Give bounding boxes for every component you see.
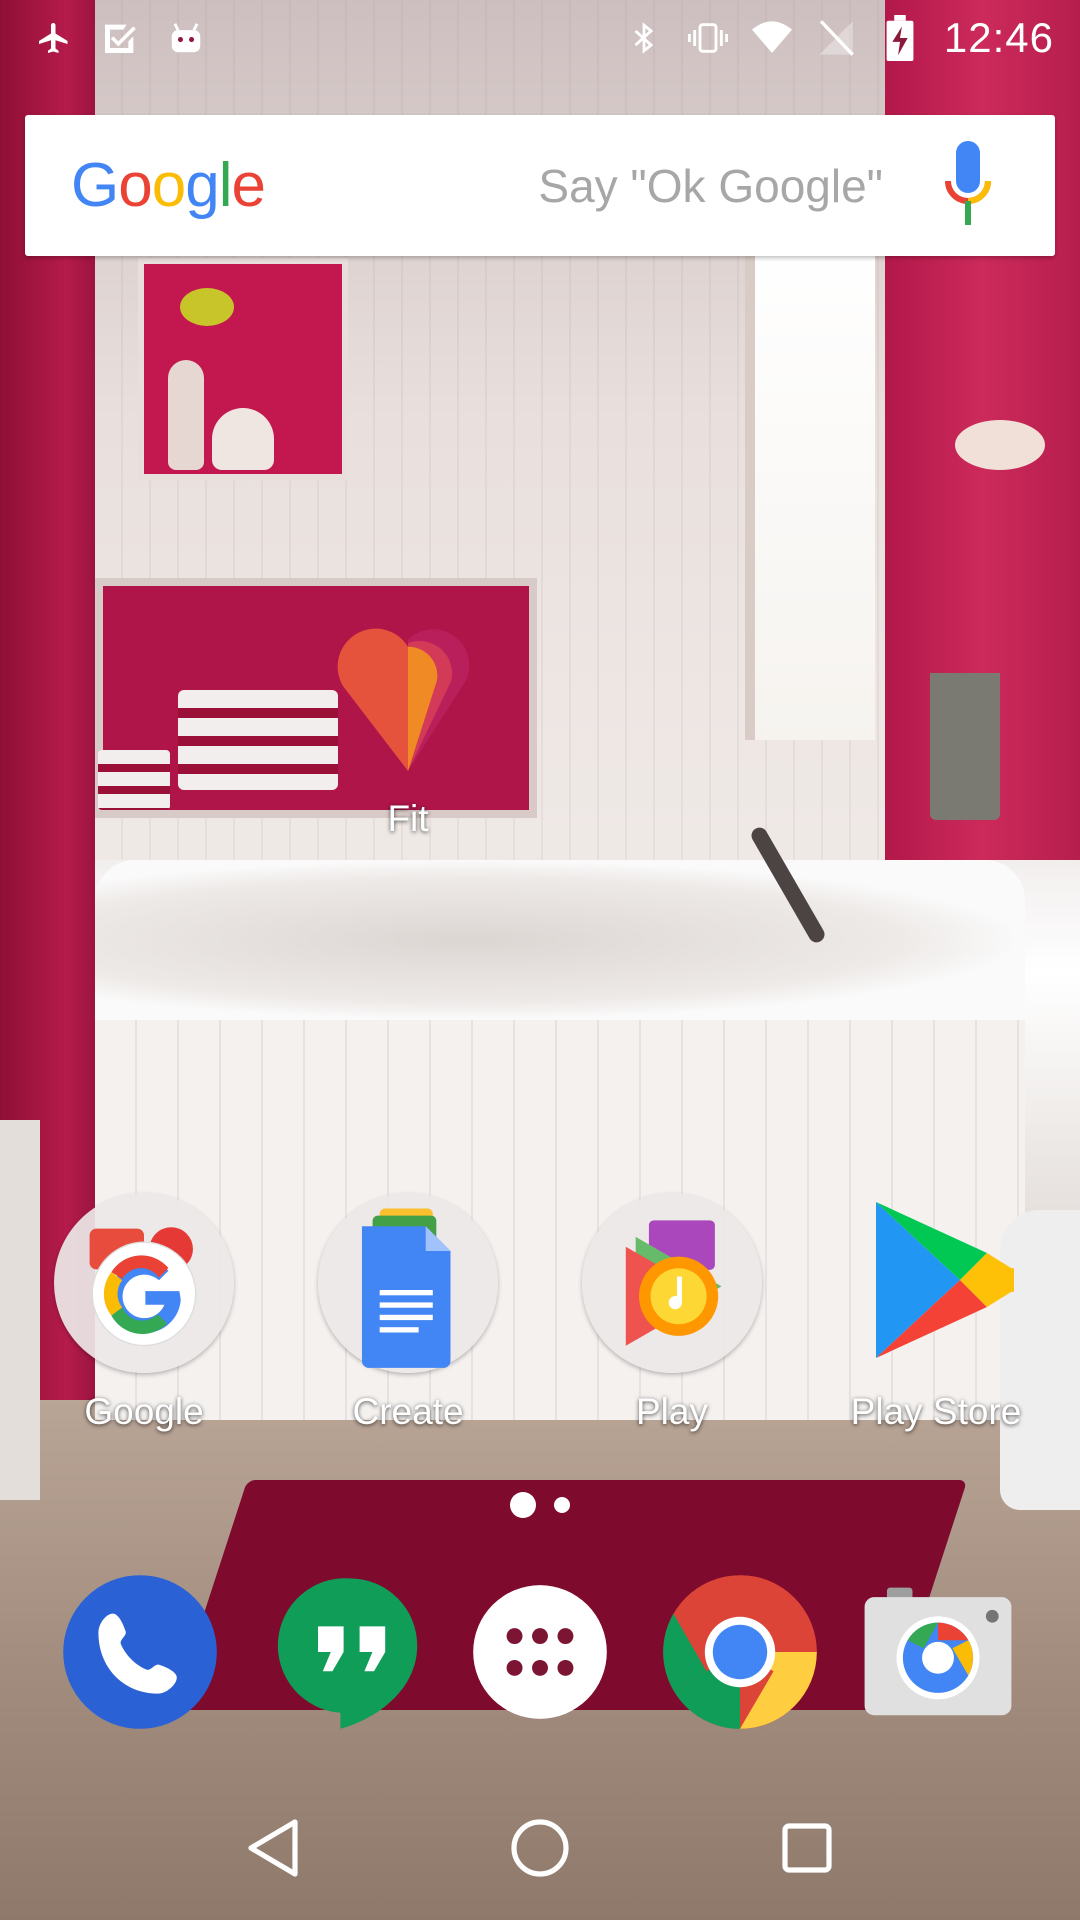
google-folder-icon xyxy=(54,1193,234,1373)
bluetooth-icon xyxy=(624,18,664,58)
check-box-icon xyxy=(100,18,140,58)
google-search-bar[interactable]: Google Say "Ok Google" xyxy=(25,115,1055,256)
create-folder-icon xyxy=(318,1193,498,1373)
page-indicator xyxy=(0,1492,1080,1518)
app-fit[interactable]: Fit xyxy=(288,600,528,840)
google-logo: Google xyxy=(71,151,266,220)
navigation-bar xyxy=(0,1776,1080,1920)
chrome-icon[interactable] xyxy=(660,1572,820,1732)
clock: 12:46 xyxy=(943,13,1054,61)
battery-charging-icon xyxy=(880,14,920,61)
search-hint: Say "Ok Google" xyxy=(538,159,883,212)
status-bar[interactable]: 12:46 xyxy=(0,0,1080,75)
app-play-store[interactable]: Play Store xyxy=(816,1193,1056,1433)
phone-icon[interactable] xyxy=(60,1572,220,1732)
fit-icon xyxy=(318,600,498,780)
recents-icon[interactable] xyxy=(767,1808,847,1888)
app-label: Create xyxy=(352,1391,464,1432)
dock xyxy=(0,1572,1080,1732)
app-create-folder[interactable]: Create xyxy=(288,1193,528,1433)
play-folder-icon xyxy=(582,1193,762,1373)
app-play-folder[interactable]: Play xyxy=(552,1193,792,1433)
page-dot-current xyxy=(510,1492,536,1518)
back-icon[interactable] xyxy=(233,1808,313,1888)
play-store-icon xyxy=(846,1193,1026,1373)
camera-icon[interactable] xyxy=(858,1578,1018,1738)
hangouts-icon[interactable] xyxy=(270,1572,430,1732)
page-dot xyxy=(554,1497,570,1513)
app-label: Play Store xyxy=(850,1391,1022,1432)
app-label: Google xyxy=(84,1391,204,1432)
app-google-folder[interactable]: Google xyxy=(24,1193,264,1433)
home-icon[interactable] xyxy=(500,1808,580,1888)
app-drawer-icon[interactable] xyxy=(460,1582,620,1742)
android-icon xyxy=(166,18,206,58)
mic-icon[interactable] xyxy=(933,140,1003,231)
no-sim-icon xyxy=(816,18,856,58)
airplane-icon xyxy=(34,18,74,58)
app-label: Play xyxy=(636,1391,708,1432)
wifi-icon xyxy=(751,18,792,58)
vibrate-icon xyxy=(687,18,728,58)
app-label: Fit xyxy=(387,798,429,839)
